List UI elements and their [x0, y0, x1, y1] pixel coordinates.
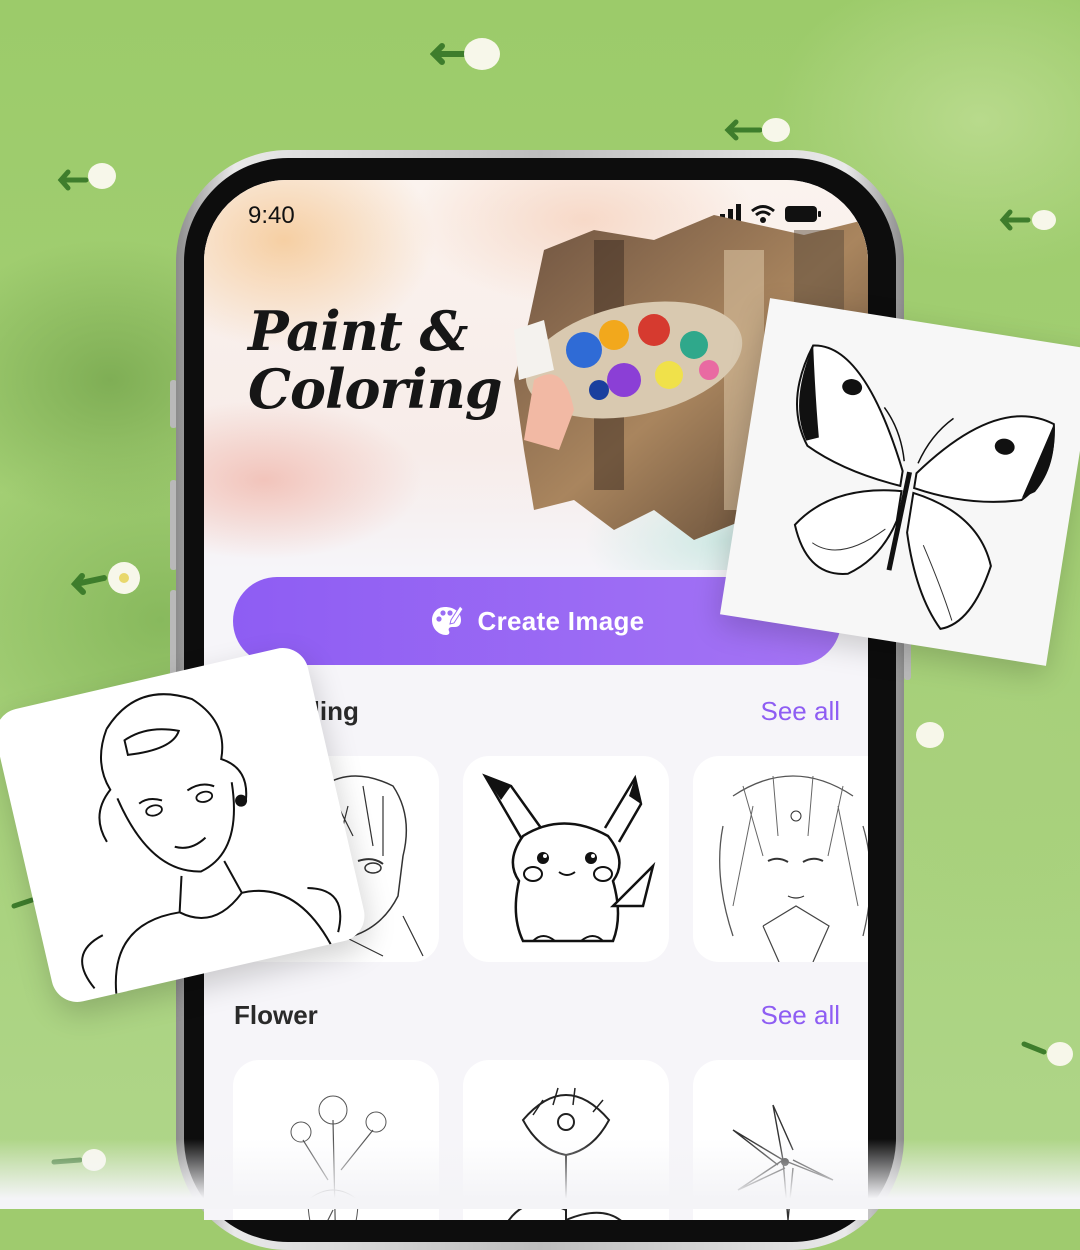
create-image-label: Create Image: [477, 605, 645, 636]
blossom-icon: [724, 118, 790, 142]
butterfly-sketch-card: [720, 298, 1080, 666]
see-all-flower-link[interactable]: See all: [761, 1000, 841, 1031]
blossom-icon: [57, 163, 116, 191]
section-title-flower: Flower: [234, 1000, 318, 1030]
trending-card-pikachu[interactable]: [463, 756, 669, 962]
blossom-icon: [999, 209, 1056, 231]
blossom-icon: [430, 38, 500, 70]
status-time: 9:40: [248, 202, 295, 229]
blossom-icon: [916, 722, 944, 748]
hero-title-line2: Coloring: [248, 357, 503, 421]
trending-card-anime-character[interactable]: [693, 756, 868, 962]
blossom-icon: [70, 562, 140, 595]
pikachu-sketch: [482, 773, 656, 943]
see-all-trending-link[interactable]: See all: [761, 696, 841, 727]
anime-character-sketch: [719, 775, 868, 962]
hero-title: Paint & Coloring: [248, 302, 508, 418]
hero-title-line1: Paint &: [248, 299, 468, 363]
blossom-icon: [1021, 1041, 1073, 1066]
butterfly-sketch: [793, 344, 1055, 630]
bottom-fade: [0, 1139, 1080, 1209]
palette-icon: [431, 605, 464, 635]
